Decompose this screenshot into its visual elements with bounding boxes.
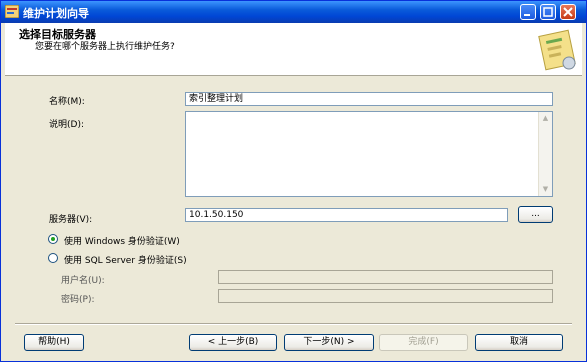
auth-sql-radio[interactable]	[48, 253, 58, 263]
browse-server-button[interactable]: ...	[518, 206, 553, 223]
auth-windows-label[interactable]: 使用 Windows 身份验证(W)	[64, 234, 180, 247]
finish-button[interactable]: 完成(F)	[379, 334, 468, 351]
auth-windows-radio[interactable]	[48, 234, 58, 244]
cancel-label: 取消	[509, 337, 528, 347]
next-button[interactable]: 下一步(N) >	[284, 334, 374, 351]
wizard-header: 选择目标服务器 您要在哪个服务器上执行维护任务?	[5, 23, 582, 76]
wizard-window: 维护计划向导 选择目标服务器 您要在哪个服务器上执行维护任务? 名称(M): 索…	[0, 0, 587, 362]
description-label: 说明(D):	[49, 120, 84, 130]
description-field[interactable]: ▲ ▼	[185, 111, 553, 197]
footer-divider	[15, 323, 572, 325]
description-scrollbar[interactable]: ▲ ▼	[538, 112, 552, 196]
title-bar[interactable]: 维护计划向导	[1, 1, 586, 23]
page-subtitle: 您要在哪个服务器上执行维护任务?	[35, 42, 175, 52]
name-label: 名称(M):	[49, 97, 85, 107]
radio-selected-dot	[51, 237, 55, 241]
auth-sql-label[interactable]: 使用 SQL Server 身份验证(S)	[64, 253, 187, 266]
help-label: 帮助(H)	[38, 337, 70, 347]
minimize-button[interactable]	[520, 4, 536, 20]
name-field[interactable]: 索引整理计划	[185, 92, 553, 106]
maximize-icon	[543, 7, 553, 17]
cancel-button[interactable]: 取消	[475, 334, 563, 351]
back-button[interactable]: < 上一步(B)	[189, 334, 277, 351]
help-button[interactable]: 帮助(H)	[24, 334, 84, 351]
minimize-icon	[524, 14, 530, 16]
wizard-banner-icon	[538, 29, 576, 71]
password-label: 密码(P):	[61, 295, 95, 305]
password-field[interactable]	[218, 289, 553, 303]
maximize-button[interactable]	[540, 4, 556, 20]
window-title: 维护计划向导	[23, 7, 89, 20]
username-label: 用户名(U):	[61, 276, 105, 286]
next-label: 下一步(N) >	[303, 337, 355, 347]
maintenance-plan-icon	[5, 5, 19, 18]
username-field[interactable]	[218, 270, 553, 284]
scroll-up-icon[interactable]: ▲	[540, 113, 551, 124]
close-button[interactable]	[560, 4, 576, 20]
finish-label: 完成(F)	[408, 337, 439, 347]
scroll-down-icon[interactable]: ▼	[540, 184, 551, 195]
server-label: 服务器(V):	[49, 215, 93, 225]
server-field[interactable]: 10.1.50.150	[185, 208, 508, 222]
close-icon	[563, 7, 573, 17]
back-label: < 上一步(B)	[207, 337, 259, 347]
browse-label: ...	[531, 209, 540, 219]
